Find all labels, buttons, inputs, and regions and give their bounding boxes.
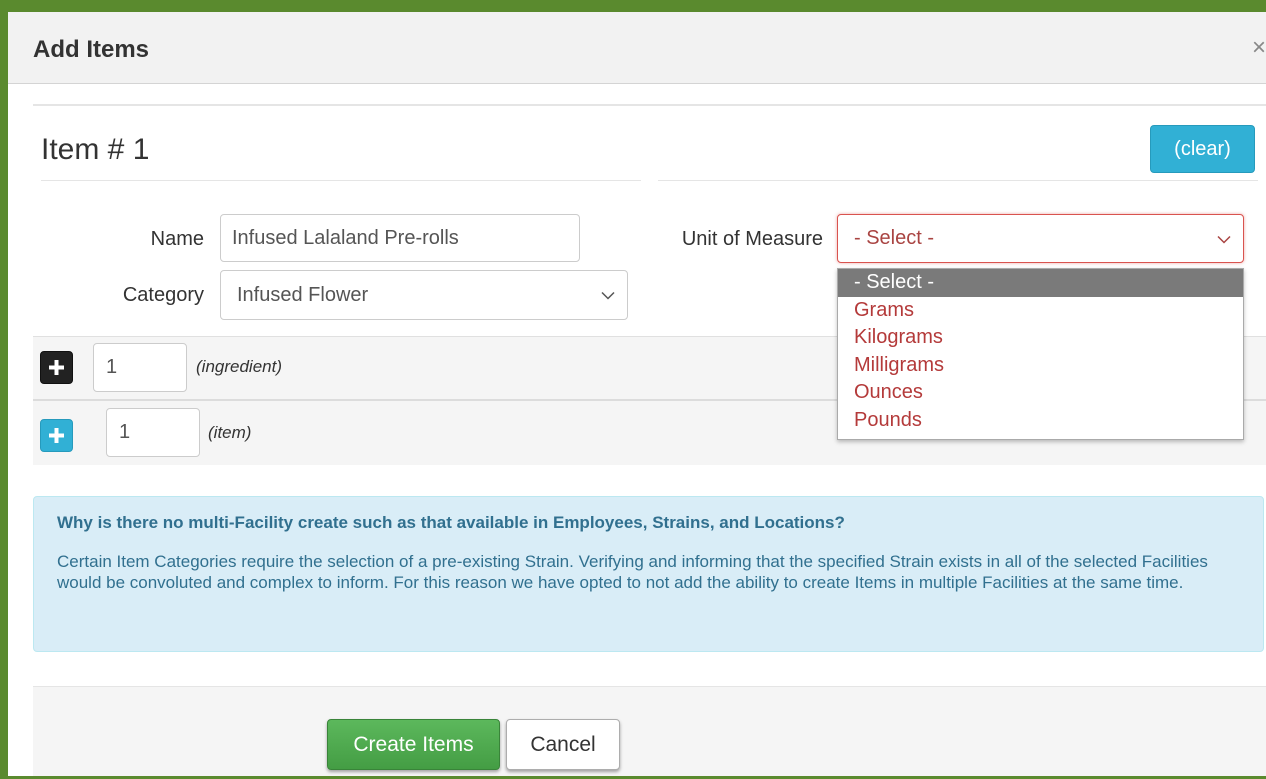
info-body: Certain Item Categories require the sele… <box>57 552 1208 592</box>
cancel-button[interactable]: Cancel <box>506 719 620 770</box>
info-alert: Why is there no multi-Facility create su… <box>33 496 1264 652</box>
uom-option[interactable]: Ounces <box>838 379 1243 407</box>
uom-option[interactable]: Milligrams <box>838 352 1243 380</box>
item-count-input[interactable]: 1 <box>106 408 200 457</box>
item-hint: (item) <box>208 423 252 442</box>
add-items-modal: Add Items × Item # 1 (clear) Name Infuse… <box>8 12 1266 776</box>
uom-label: Unit of Measure <box>681 228 823 250</box>
create-items-button[interactable]: Create Items <box>327 719 500 770</box>
add-item-button[interactable] <box>40 419 73 452</box>
name-label: Name <box>150 228 204 250</box>
uom-select[interactable]: - Select - <box>837 214 1244 263</box>
uom-option[interactable]: Pounds <box>838 407 1243 435</box>
divider <box>41 180 641 181</box>
chevron-down-icon <box>1217 227 1231 250</box>
divider <box>33 104 1266 106</box>
info-title: Why is there no multi-Facility create su… <box>57 513 845 532</box>
close-icon[interactable]: × <box>1252 34 1266 62</box>
plus-icon <box>49 428 64 443</box>
ingredient-count-input[interactable]: 1 <box>93 343 187 392</box>
modal-title: Add Items <box>33 36 150 63</box>
uom-option[interactable]: Grams <box>838 297 1243 325</box>
chevron-down-icon <box>601 284 615 307</box>
uom-selected-value: - Select - <box>854 227 935 249</box>
name-input[interactable]: Infused Lalaland Pre-rolls <box>220 214 580 262</box>
modal-footer <box>33 687 1266 776</box>
plus-icon <box>49 360 64 375</box>
category-label: Category <box>122 284 204 306</box>
divider <box>658 180 1258 181</box>
uom-dropdown-list[interactable]: - Select - Grams Kilograms Milligrams Ou… <box>837 268 1244 440</box>
category-selected-value: Infused Flower <box>237 283 369 306</box>
ingredient-hint: (ingredient) <box>196 357 282 376</box>
clear-button[interactable]: (clear) <box>1150 125 1255 173</box>
item-heading: Item # 1 <box>41 133 150 166</box>
category-select[interactable]: Infused Flower <box>220 270 628 320</box>
add-ingredient-button[interactable] <box>40 351 73 384</box>
uom-option[interactable]: - Select - <box>838 269 1243 297</box>
modal-header: Add Items × <box>8 12 1266 84</box>
uom-option[interactable]: Kilograms <box>838 324 1243 352</box>
